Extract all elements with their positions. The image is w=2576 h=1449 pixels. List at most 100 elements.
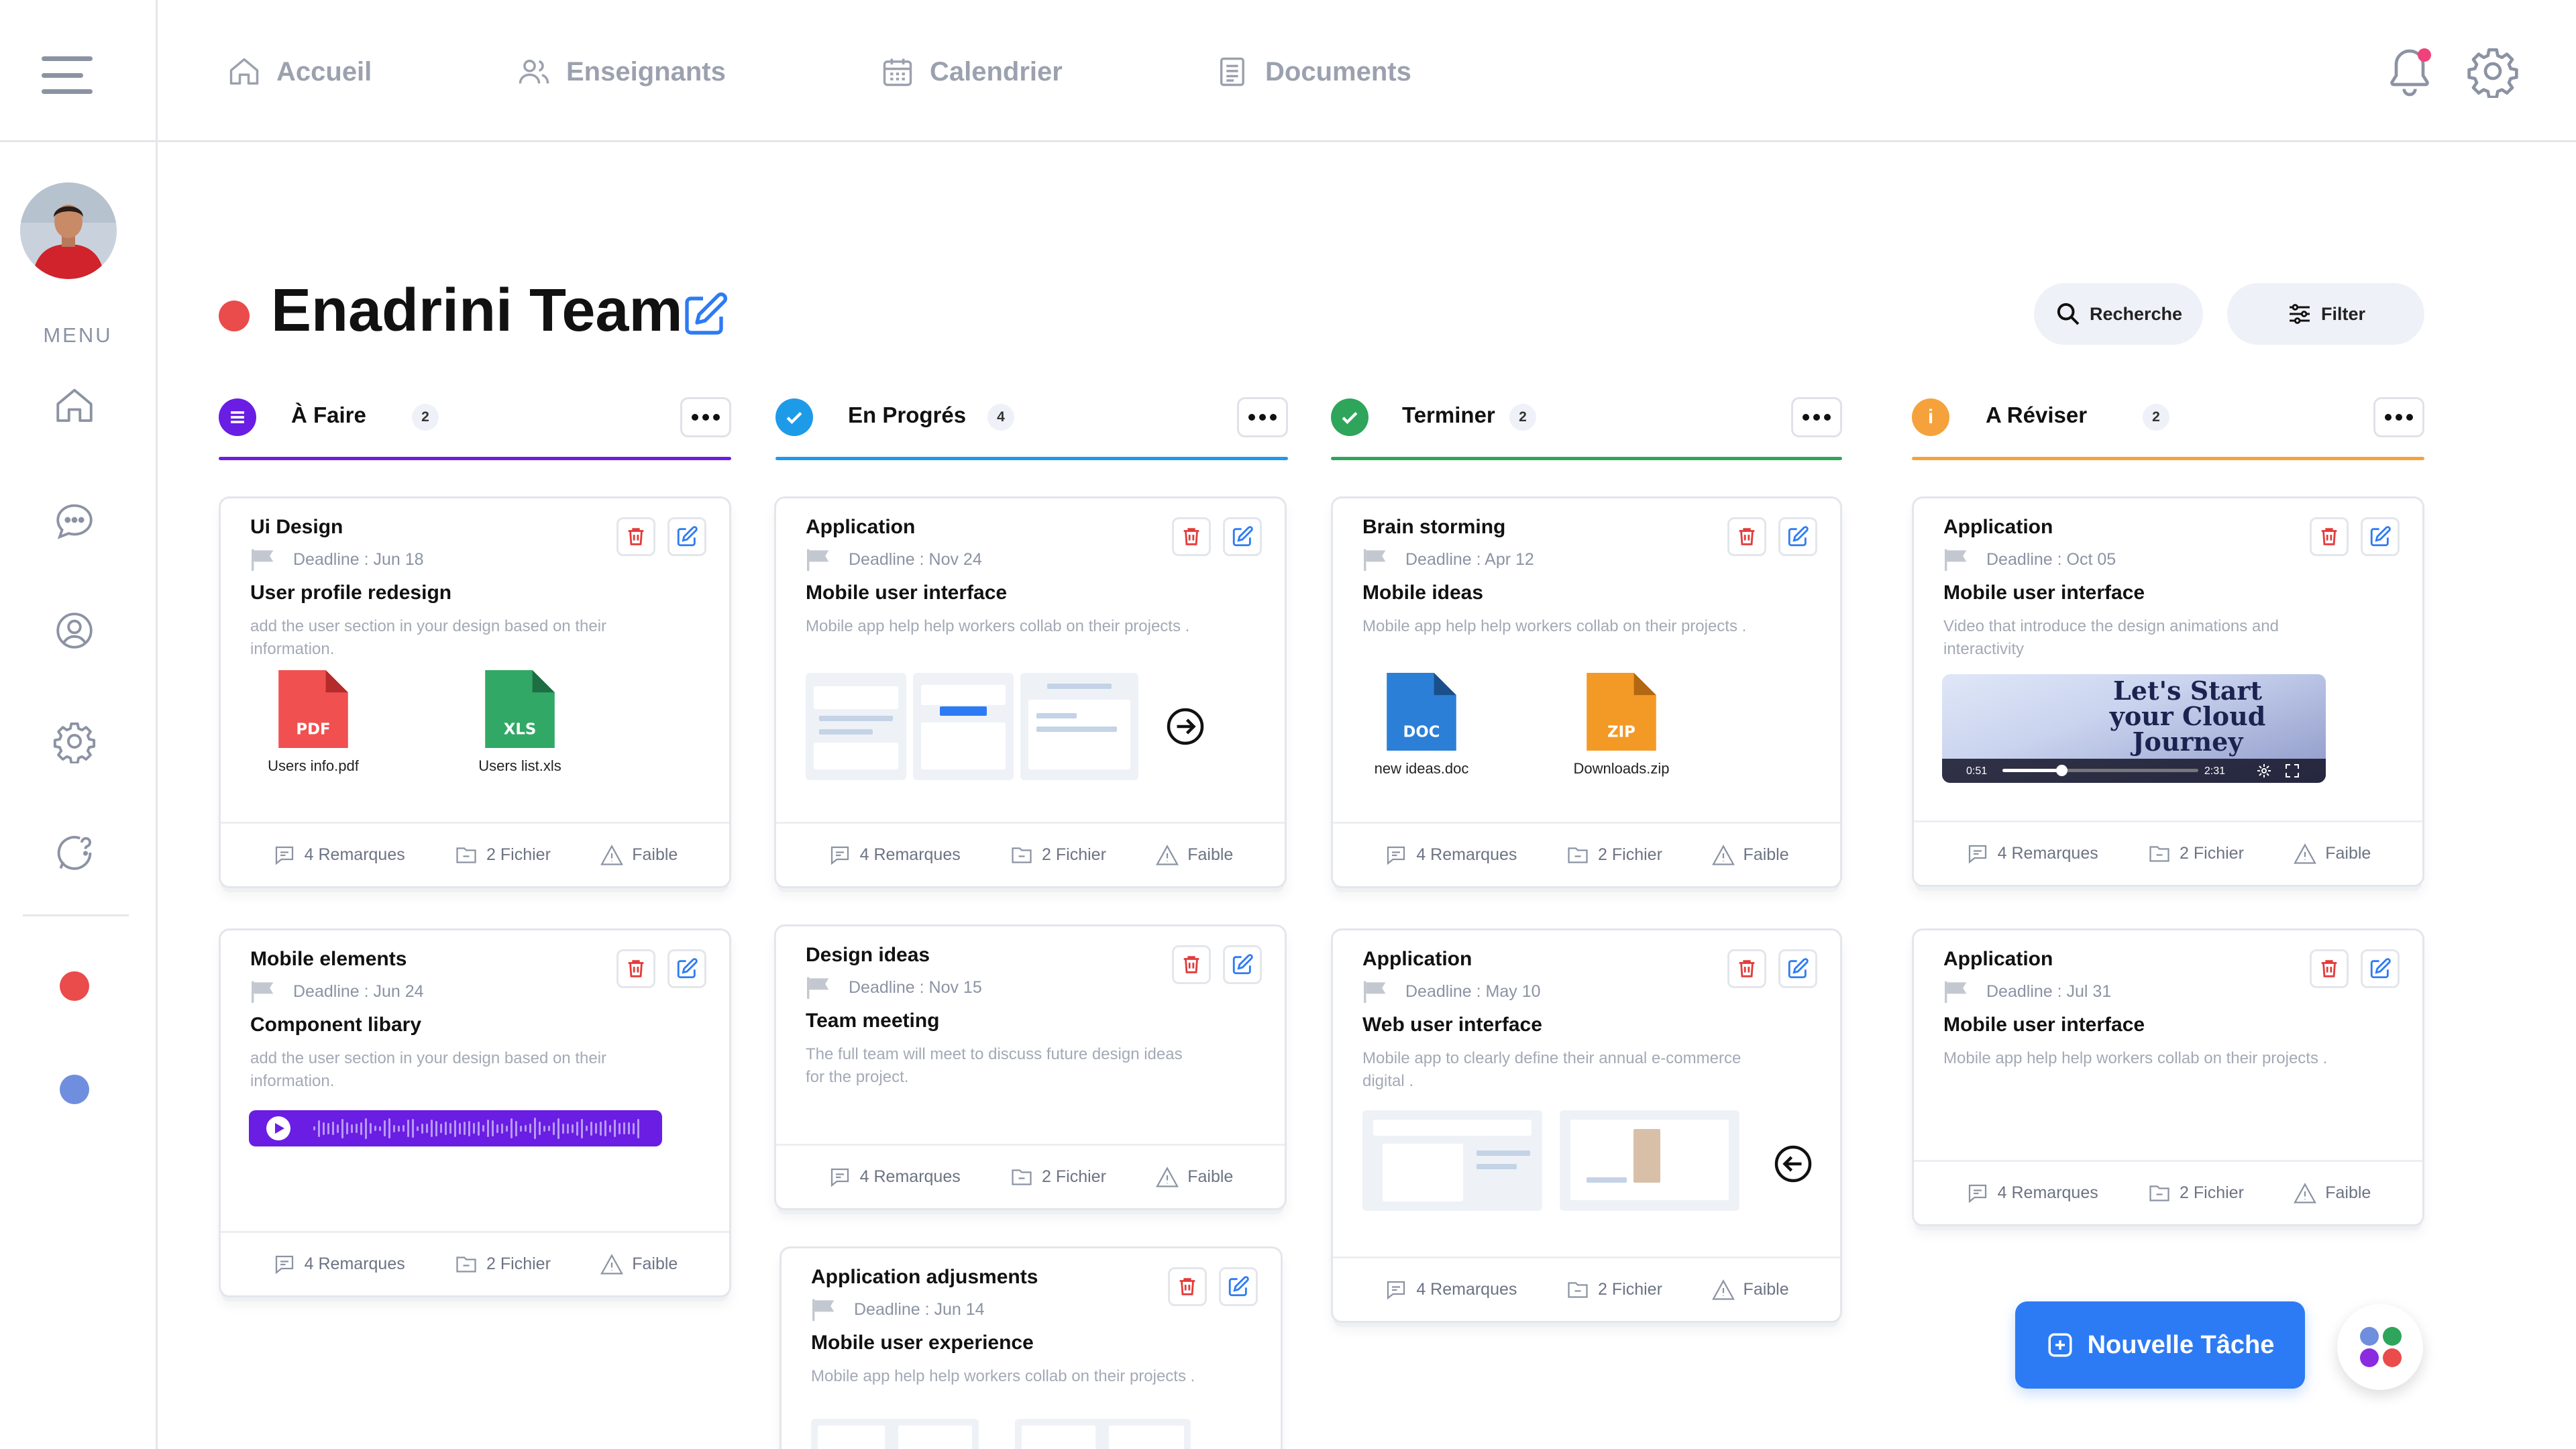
edit-button[interactable]: [1223, 945, 1262, 984]
task-card[interactable]: Application Deadline : May 10 Web user i…: [1331, 928, 1842, 1323]
remarks-link[interactable]: 4 Remarques: [828, 1165, 961, 1189]
files-link[interactable]: 2 Fichier: [1010, 1165, 1106, 1189]
remarks-link[interactable]: 4 Remarques: [272, 1252, 405, 1277]
files-link[interactable]: 2 Fichier: [1010, 843, 1106, 867]
priority-indicator[interactable]: Faible: [1711, 843, 1789, 867]
files-link[interactable]: 2 Fichier: [2147, 842, 2244, 866]
edit-button[interactable]: [1778, 517, 1817, 556]
file-attachment[interactable]: PDF Users info.pdf: [239, 670, 387, 775]
edit-button[interactable]: [1219, 1267, 1258, 1306]
sidebar-team-dot-blue[interactable]: [60, 1075, 89, 1104]
sidebar-item-home[interactable]: [52, 384, 97, 428]
sidebar-team-dot-red[interactable]: [60, 971, 89, 1001]
sidebar-item-profile[interactable]: [52, 608, 97, 653]
video-progress-bar[interactable]: [2002, 765, 2198, 776]
priority-indicator[interactable]: Faible: [1155, 1165, 1233, 1189]
card-deadline: Deadline : May 10: [1362, 980, 1541, 1003]
flag-icon: [1364, 549, 1386, 571]
remarks-link[interactable]: 4 Remarques: [1966, 1181, 2098, 1205]
column-more-button[interactable]: [1791, 397, 1842, 437]
sidebar-item-help[interactable]: [52, 830, 97, 875]
task-card[interactable]: Design ideas Deadline : Nov 15 Team meet…: [774, 924, 1287, 1210]
task-card[interactable]: Ui Design Deadline : Jun 18 User profile…: [219, 496, 731, 888]
next-image-button[interactable]: [1165, 706, 1205, 747]
delete-button[interactable]: [2310, 517, 2349, 556]
waveform-bar: [501, 1123, 503, 1134]
image-thumbnail[interactable]: [811, 1419, 979, 1449]
column-more-button[interactable]: [2373, 397, 2424, 437]
nav-accueil[interactable]: Accueil: [227, 48, 372, 95]
file-attachment[interactable]: XLS Users list.xls: [446, 670, 594, 775]
remarks-link[interactable]: 4 Remarques: [272, 843, 405, 867]
task-card[interactable]: Brain storming Deadline : Apr 12 Mobile …: [1331, 496, 1842, 888]
priority-indicator[interactable]: Faible: [2293, 1181, 2371, 1205]
image-thumbnail[interactable]: [806, 673, 906, 780]
edit-button[interactable]: [2361, 517, 2400, 556]
file-attachment[interactable]: DOC new ideas.doc: [1348, 673, 1495, 777]
waveform-bar: [604, 1120, 606, 1136]
remarks-link[interactable]: 4 Remarques: [1966, 842, 2098, 866]
image-thumbnail[interactable]: [1362, 1110, 1542, 1211]
edit-button[interactable]: [1223, 517, 1262, 556]
delete-button[interactable]: [1727, 949, 1766, 988]
task-card[interactable]: Application Deadline : Nov 24 Mobile use…: [774, 496, 1287, 888]
new-task-button[interactable]: Nouvelle Tâche: [2015, 1301, 2305, 1389]
settings-button[interactable]: [2466, 44, 2520, 99]
previous-image-button[interactable]: [1773, 1144, 1813, 1184]
edit-button[interactable]: [667, 949, 706, 988]
settings-icon[interactable]: [2256, 763, 2272, 779]
edit-button[interactable]: [2361, 949, 2400, 988]
edit-button[interactable]: [667, 517, 706, 556]
notifications-button[interactable]: [2383, 44, 2436, 98]
sidebar-item-messages[interactable]: [52, 499, 97, 543]
delete-button[interactable]: [2310, 949, 2349, 988]
image-thumbnail[interactable]: [1560, 1110, 1739, 1211]
delete-button[interactable]: [1727, 517, 1766, 556]
fullscreen-icon[interactable]: [2284, 763, 2300, 779]
image-thumbnail[interactable]: [1015, 1419, 1191, 1449]
task-card[interactable]: Application Deadline : Jul 31 Mobile use…: [1912, 928, 2424, 1226]
files-link[interactable]: 2 Fichier: [454, 843, 551, 867]
filter-button[interactable]: Filter: [2227, 283, 2424, 345]
apps-menu-button[interactable]: [2337, 1304, 2423, 1390]
priority-indicator[interactable]: Faible: [1711, 1278, 1789, 1302]
sidebar-item-settings[interactable]: [52, 719, 97, 765]
task-card[interactable]: Application Deadline : Oct 05 Mobile use…: [1912, 496, 2424, 887]
task-card[interactable]: Application adjusments Deadline : Jun 14…: [780, 1246, 1283, 1449]
card-category: Ui Design: [250, 516, 343, 538]
remarks-link[interactable]: 4 Remarques: [828, 843, 961, 867]
files-link[interactable]: 2 Fichier: [1566, 843, 1662, 867]
edit-title-button[interactable]: [681, 290, 729, 339]
delete-button[interactable]: [1168, 1267, 1207, 1306]
priority-indicator[interactable]: Faible: [2293, 842, 2371, 866]
priority-indicator[interactable]: Faible: [1155, 843, 1233, 867]
image-thumbnail[interactable]: [1020, 673, 1138, 780]
delete-button[interactable]: [1172, 945, 1211, 984]
nav-enseignants[interactable]: Enseignants: [517, 48, 726, 95]
remarks-link[interactable]: 4 Remarques: [1384, 1278, 1517, 1302]
delete-button[interactable]: [616, 949, 655, 988]
hamburger-menu-icon[interactable]: [42, 56, 93, 94]
remarks-link[interactable]: 4 Remarques: [1384, 843, 1517, 867]
waveform-bar: [327, 1122, 329, 1134]
avatar[interactable]: [20, 182, 117, 279]
priority-indicator[interactable]: Faible: [600, 843, 678, 867]
video-player[interactable]: Let's Start your Cloud Journey 0:51 2:31: [1942, 674, 2326, 783]
file-attachment[interactable]: ZIP Downloads.zip: [1548, 673, 1695, 777]
search-button[interactable]: Recherche: [2034, 283, 2203, 345]
delete-button[interactable]: [616, 517, 655, 556]
files-link[interactable]: 2 Fichier: [1566, 1278, 1662, 1302]
image-thumbnail[interactable]: [913, 673, 1014, 780]
nav-documents[interactable]: Documents: [1216, 48, 1411, 95]
files-link[interactable]: 2 Fichier: [454, 1252, 551, 1277]
task-card[interactable]: Mobile elements Deadline : Jun 24 Compon…: [219, 928, 731, 1297]
priority-indicator[interactable]: Faible: [600, 1252, 678, 1277]
nav-calendrier[interactable]: Calendrier: [880, 48, 1063, 95]
files-link[interactable]: 2 Fichier: [2147, 1181, 2244, 1205]
column-more-button[interactable]: [680, 397, 731, 437]
edit-button[interactable]: [1778, 949, 1817, 988]
audio-player[interactable]: [249, 1110, 662, 1146]
play-icon[interactable]: [266, 1116, 290, 1140]
delete-button[interactable]: [1172, 517, 1211, 556]
column-more-button[interactable]: [1237, 397, 1288, 437]
